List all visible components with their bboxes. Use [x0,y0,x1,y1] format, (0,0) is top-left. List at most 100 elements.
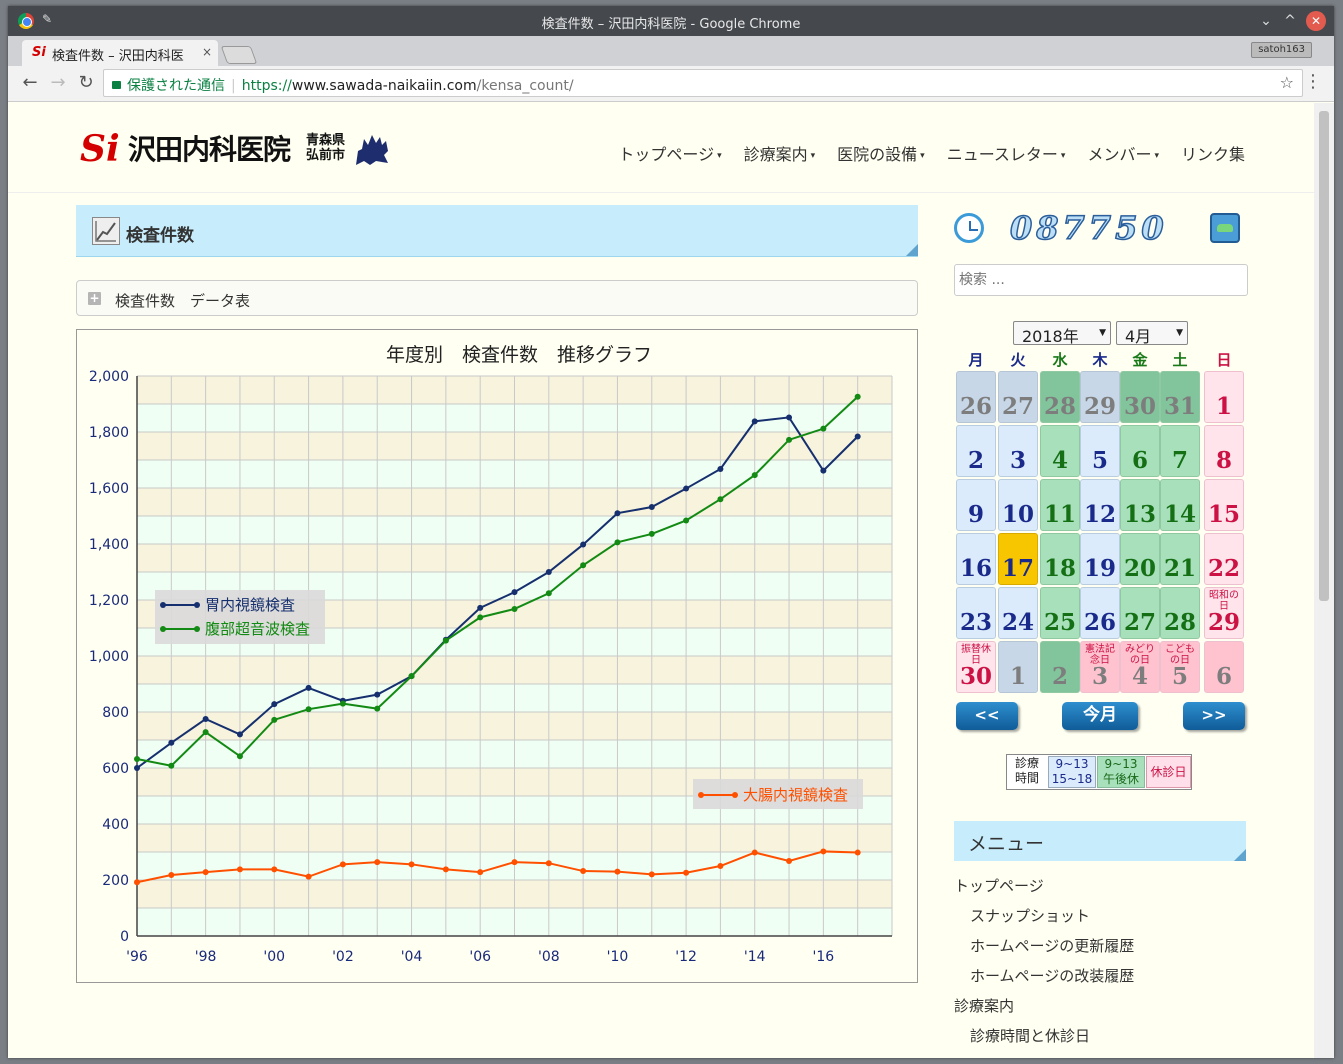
calendar-day[interactable]: 3 [998,425,1038,477]
reload-icon[interactable]: ↻ [76,74,96,92]
calendar-weekdays: 月火水木金土日 [956,349,1246,369]
new-tab-button[interactable] [220,46,258,64]
data-point [614,868,621,875]
nav-item-1[interactable]: 診療案内 ▾ [744,141,816,165]
day-number: 15 [1207,501,1240,528]
minimize-icon[interactable]: ^ [1280,11,1300,31]
site-logo[interactable]: Si 沢田内科医院 青森県 弘前市 [80,130,390,170]
calendar-day[interactable]: 27 [1120,587,1160,639]
tab-active[interactable]: Si 検査件数 – 沢田内科医 × [22,40,218,66]
data-point [374,859,381,866]
calendar-day[interactable]: 22 [1204,533,1244,585]
page-scrollbar[interactable] [1314,103,1334,1058]
year-select[interactable]: 2018年 ▼ [1013,321,1111,346]
calendar-day[interactable]: 13 [1120,479,1160,531]
toggle-label: 検査件数 データ表 [115,292,251,310]
profile-badge[interactable]: satoh163 [1251,42,1312,58]
calendar-day[interactable]: 1 [998,641,1038,693]
current-month-button[interactable]: 今月 [1062,702,1138,730]
calendar-day[interactable]: 30 [1120,371,1160,423]
page-title: 検査件数 [126,226,194,246]
day-number: 6 [1215,663,1232,690]
calendar-day[interactable]: 19 [1080,533,1120,585]
day-number: 19 [1083,555,1116,582]
calendar-day[interactable]: 9 [956,479,996,531]
calendar-day[interactable]: みどりの日 4 [1120,641,1160,693]
day-number: 30 [1123,393,1156,420]
browser-menu-icon[interactable]: ⋮ [1304,73,1322,91]
calendar-day[interactable]: 6 [1204,641,1244,693]
prev-month-button[interactable]: << [956,702,1018,730]
menu-item[interactable]: スナップショット [970,905,1090,926]
data-point [271,866,278,873]
calendar-day[interactable]: 7 [1160,425,1200,477]
calendar-day[interactable]: 26 [1080,587,1120,639]
calendar-day[interactable]: 29 [1080,371,1120,423]
close-icon[interactable]: ✕ [1306,11,1326,31]
calendar-day[interactable]: 16 [956,533,996,585]
calendar-day[interactable]: 31 [1160,371,1200,423]
calendar-day[interactable]: 2 [1040,641,1080,693]
address-bar[interactable]: 保護された通信 | https://www.sawada-naikaiin.com/… [103,69,1303,97]
data-point [305,706,312,713]
menu-item[interactable]: ホームページの改装履歴 [970,965,1134,986]
next-month-button[interactable]: >> [1183,702,1245,730]
calendar-day[interactable]: 振替休日 30 [956,641,996,693]
calendar-day[interactable]: 憲法記念日 3 [1080,641,1120,693]
data-point [202,729,209,736]
data-point [202,716,209,722]
day-number: 13 [1123,501,1156,528]
tab-close-icon[interactable]: × [202,45,212,59]
calendar-day[interactable]: 10 [998,479,1038,531]
day-number: 27 [1001,393,1034,420]
data-point [580,562,587,569]
month-select[interactable]: 4月 ▼ [1116,321,1188,346]
calendar-day[interactable]: 12 [1080,479,1120,531]
calendar-day[interactable]: 28 [1160,587,1200,639]
calendar-day[interactable]: 8 [1204,425,1244,477]
day-number: 10 [1001,501,1034,528]
calendar-day[interactable]: 2 [956,425,996,477]
calendar-day[interactable]: 20 [1120,533,1160,585]
calendar-day[interactable]: 21 [1160,533,1200,585]
calendar-day[interactable]: 11 [1040,479,1080,531]
nav-item-2[interactable]: 医院の設備 ▾ [837,141,925,165]
calendar-day[interactable]: 26 [956,371,996,423]
data-point [717,863,724,869]
data-point [408,673,415,680]
calendar-day[interactable]: 25 [1040,587,1080,639]
menu-item[interactable]: ホームページの更新履歴 [970,935,1134,956]
day-number: 11 [1043,501,1076,528]
menu-item[interactable]: 診療時間と休診日 [970,1025,1090,1046]
bookmark-star-icon[interactable]: ☆ [1280,73,1294,92]
data-point [820,467,827,474]
data-table-toggle[interactable]: + 検査件数 データ表 [76,280,918,316]
day-number: 3 [1091,663,1108,690]
calendar-day[interactable]: 17 [998,533,1038,585]
chevron-down-icon[interactable]: ⌄ [1256,11,1276,31]
forward-icon[interactable]: → [48,74,68,92]
calendar-day[interactable]: 14 [1160,479,1200,531]
calendar-day[interactable]: こどもの日 5 [1160,641,1200,693]
back-icon[interactable]: ← [20,74,40,92]
menu-header: メニュー [954,821,1246,861]
menu-item[interactable]: 診療案内 [954,995,1014,1016]
calendar-day[interactable]: 昭和の日 29 [1204,587,1244,639]
calendar-day[interactable]: 15 [1204,479,1244,531]
calendar-day[interactable]: 4 [1040,425,1080,477]
calendar-day[interactable]: 24 [998,587,1038,639]
scrollbar-thumb[interactable] [1319,111,1329,601]
weekday-label: 月 [968,351,984,369]
calendar-day[interactable]: 1 [1204,371,1244,423]
day-number: 24 [1001,609,1034,636]
data-point [820,848,827,855]
calendar-day[interactable]: 23 [956,587,996,639]
calendar-day[interactable]: 28 [1040,371,1080,423]
calendar-day[interactable]: 6 [1120,425,1160,477]
calendar-day[interactable]: 5 [1080,425,1120,477]
nav-item-0[interactable]: トップページ ▾ [618,141,721,165]
menu-item[interactable]: トップページ [954,875,1044,896]
calendar-day[interactable]: 27 [998,371,1038,423]
search-input[interactable] [954,264,1248,296]
calendar-day[interactable]: 18 [1040,533,1080,585]
